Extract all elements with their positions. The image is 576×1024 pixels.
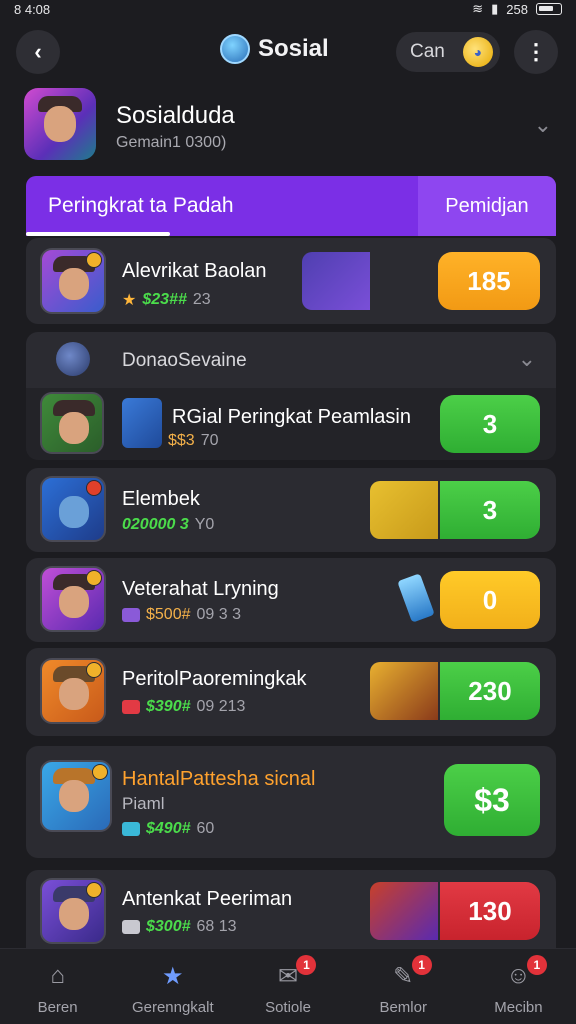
app-logo-icon <box>220 34 250 64</box>
app-title-text: Sosial <box>258 35 329 62</box>
chevron-left-icon: ‹ <box>34 39 42 64</box>
leaderboard-row[interactable]: Antenkat Peeriman $300# 68 13 130 <box>26 870 556 948</box>
player-sub-label: Piaml <box>122 794 165 813</box>
rank-badge-icon <box>92 764 108 780</box>
nav-ranking[interactable]: ★ Gerenngkalt <box>115 949 230 1024</box>
tab-bar: Peringkrat ta Padah Pemidjan <box>26 176 556 236</box>
player-stats: ★ $23## 23 <box>122 291 211 309</box>
notification-badge: 1 <box>411 955 432 975</box>
item-art-icon <box>370 662 438 720</box>
player-stats: $$3 70 <box>168 432 219 449</box>
leaderboard-row[interactable]: RGial Peringkat Peamlasin $$3 70 3 <box>26 388 556 460</box>
player-avatar <box>40 248 106 314</box>
player-name: Alevrikat Baolan <box>122 260 267 282</box>
score-badge: 185 <box>438 252 540 310</box>
status-icons: ≋ ▮ 258 <box>472 1 562 17</box>
player-avatar <box>40 392 104 454</box>
player-avatar <box>40 566 106 632</box>
section-title: DonaoSevaine <box>122 350 247 371</box>
player-avatar <box>40 658 106 724</box>
crystal-icon <box>397 573 435 623</box>
notification-badge: 1 <box>296 955 317 975</box>
leaderboard-row[interactable]: Elembek 020000 3 Y0 3 <box>26 468 556 552</box>
chevron-down-icon: ⌄ <box>517 346 536 371</box>
profile-card[interactable]: Sosialduda Gemain1 0300) ⌄ <box>24 88 556 164</box>
rank-badge-icon <box>86 662 102 678</box>
profile-name: Sosialduda <box>116 102 235 129</box>
bottom-navigation: ⌂ Beren ★ Gerenngkalt ✉ 1 Sotiole ✎ 1 Be… <box>0 948 576 1024</box>
tab-leaderboard[interactable]: Peringkrat ta Padah <box>26 176 416 236</box>
kebab-menu-icon: ⋮ <box>525 39 547 64</box>
currency-pill[interactable]: Can ◕ <box>396 32 500 72</box>
player-avatar <box>40 760 112 832</box>
item-art-icon <box>302 252 370 310</box>
leaderboard-row[interactable]: PeritolPaoremingkak $390# 09 213 230 <box>26 648 556 736</box>
wifi-icon: ≋ <box>472 1 484 16</box>
player-name: Antenkat Peeriman <box>122 888 293 910</box>
profile-avatar <box>24 88 96 160</box>
section-header[interactable]: DonaoSevaine ⌄ <box>26 332 556 388</box>
player-name: Elembek <box>122 488 200 510</box>
nav-edit[interactable]: ✎ 1 Bemlor <box>346 949 461 1024</box>
rank-icon: ★ <box>162 962 184 990</box>
player-avatar <box>40 878 106 944</box>
tab-players[interactable]: Pemidjan <box>418 176 556 236</box>
player-name: HantalPattesha sicnal <box>122 768 316 790</box>
dice-icon <box>122 700 140 714</box>
leaderboard-row[interactable]: Veterahat Lryning $500# 09 3 3 0 <box>26 558 556 642</box>
home-icon: ⌂ <box>50 962 65 989</box>
app-title: Sosial <box>220 34 329 64</box>
rank-badge-icon <box>86 252 102 268</box>
more-options-button[interactable]: ⋮ <box>514 30 558 74</box>
back-button[interactable]: ‹ <box>16 30 60 74</box>
currency-label: Can <box>410 41 445 62</box>
star-icon: ★ <box>122 292 137 309</box>
tab-active-indicator <box>26 232 170 236</box>
leaderboard-row[interactable]: HantalPattesha sicnal Piaml $490# 60 $3 <box>26 746 556 858</box>
section-avatar-icon <box>56 342 90 376</box>
signal-icon: ▮ <box>491 1 499 16</box>
item-art-icon <box>370 481 438 539</box>
player-name: Veterahat Lryning <box>122 578 279 600</box>
score-badge: 0 <box>440 571 540 629</box>
battery-icon <box>536 3 562 15</box>
player-name: PeritolPaoremingkak <box>122 668 307 690</box>
nav-profile[interactable]: ☺ 1 Mecibn <box>461 949 576 1024</box>
rank-badge-icon <box>86 480 102 496</box>
gem-icon <box>122 608 140 622</box>
player-avatar <box>40 476 106 542</box>
leaderboard-row[interactable]: Alevrikat Baolan ★ $23## 23 185 <box>26 238 556 324</box>
coin-icon: ◕ <box>462 37 493 67</box>
score-badge: 130 <box>440 882 540 940</box>
rank-badge-icon <box>86 570 102 586</box>
item-art-icon <box>370 882 438 940</box>
status-bar: 8 4:08 ≋ ▮ 258 <box>0 0 576 18</box>
gem-icon <box>122 822 140 836</box>
score-badge: 230 <box>440 662 540 720</box>
chevron-down-icon[interactable]: ⌄ <box>534 112 552 138</box>
status-text: 258 <box>506 1 528 17</box>
notification-badge: 1 <box>526 955 547 975</box>
score-badge: $3 <box>444 764 540 836</box>
player-stats: $490# 60 <box>122 820 214 838</box>
player-stats: $500# 09 3 3 <box>122 606 241 624</box>
profile-subtitle: Gemain1 0300) <box>116 134 227 151</box>
player-stats: $300# 68 13 <box>122 918 237 936</box>
card-icon <box>122 398 162 448</box>
nav-social[interactable]: ✉ 1 Sotiole <box>230 949 345 1024</box>
player-name: RGial Peringkat Peamlasin <box>172 406 411 428</box>
player-stats: $390# 09 213 <box>122 698 245 716</box>
status-time: 8 4:08 <box>14 1 51 17</box>
score-badge: 3 <box>440 395 540 453</box>
score-badge: 3 <box>440 481 540 539</box>
top-bar: ‹ Sosial Can ◕ ⋮ <box>0 28 576 76</box>
nav-home[interactable]: ⌂ Beren <box>0 949 115 1024</box>
box-icon <box>122 920 140 934</box>
rank-badge-icon <box>86 882 102 898</box>
player-stats: 020000 3 Y0 <box>122 516 215 533</box>
